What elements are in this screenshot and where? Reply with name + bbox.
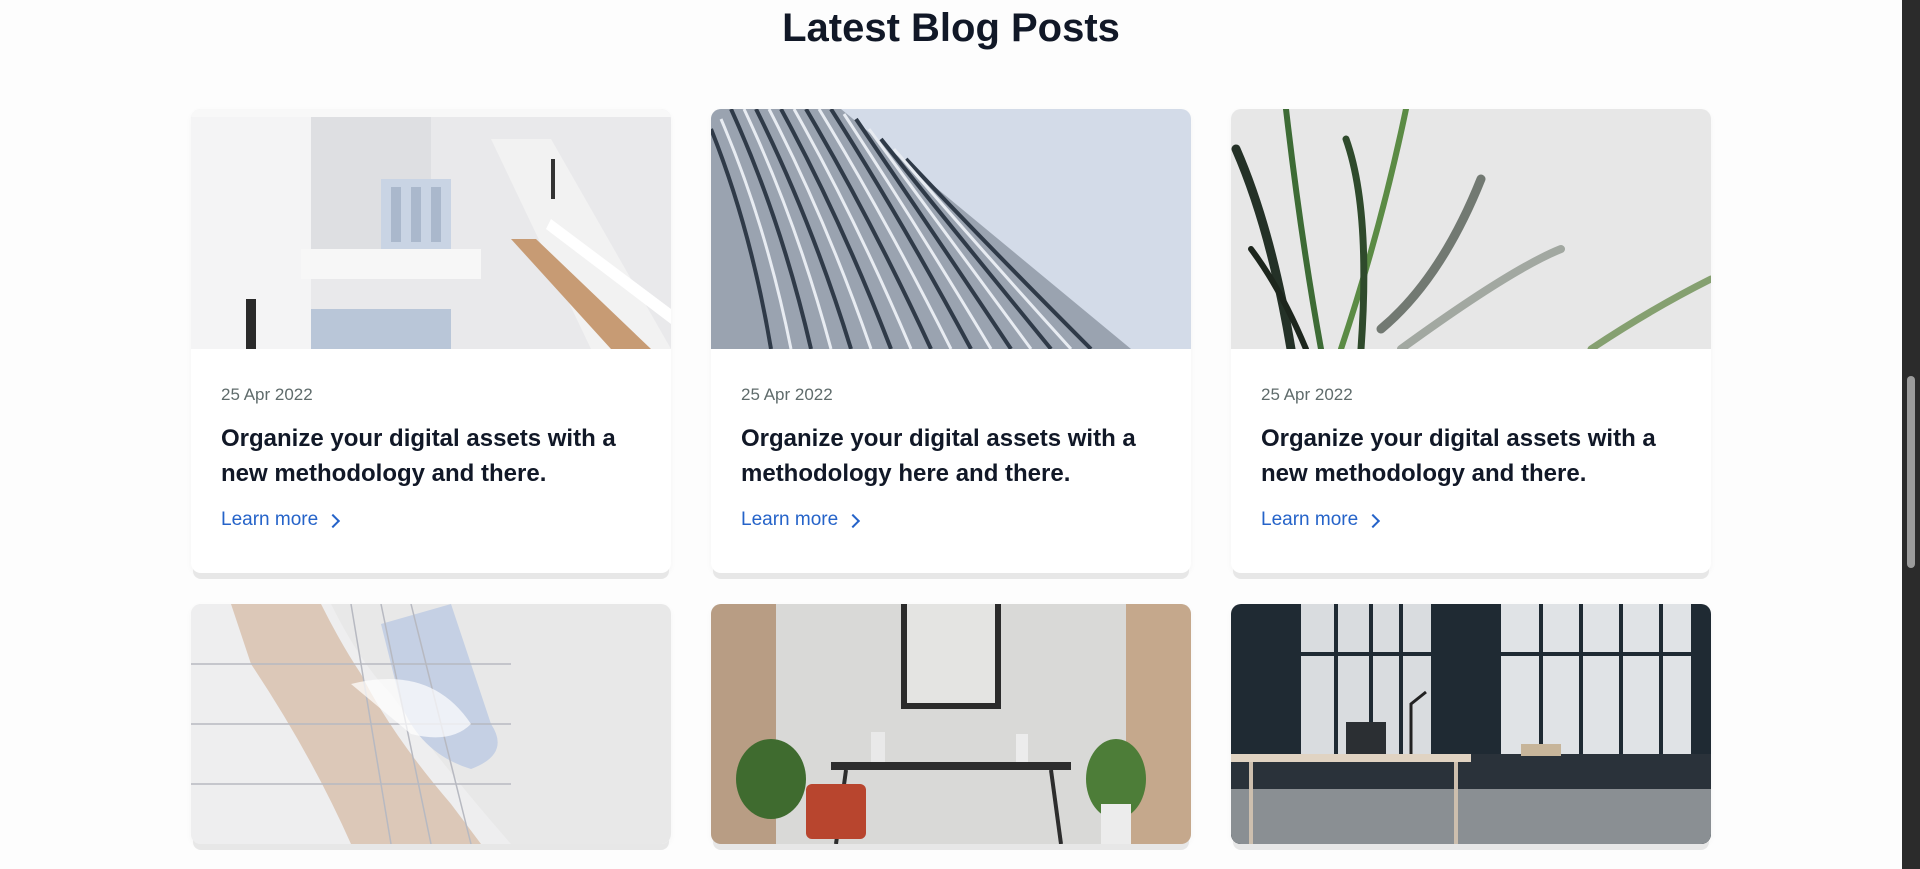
curved-facade-image[interactable] — [711, 109, 1191, 349]
chevron-right-icon — [846, 513, 861, 528]
page: Latest Blog Posts 25 Apr 2022 Organize y… — [0, 0, 1920, 869]
office-window-image[interactable] — [1231, 604, 1711, 844]
plant-leaves-image[interactable] — [1231, 109, 1711, 349]
blog-card: 25 Apr 2022 Organize your digital assets… — [1231, 109, 1711, 573]
chevron-right-icon — [1366, 513, 1381, 528]
blog-card: 25 Apr 2022 Organize your digital assets… — [191, 109, 671, 573]
blog-grid: 25 Apr 2022 Organize your digital assets… — [191, 109, 1711, 844]
post-title[interactable]: Organize your digital assets with a meth… — [741, 421, 1161, 491]
learn-more-label: Learn more — [221, 509, 319, 530]
blog-card: 25 Apr 2022 Organize your digital assets… — [711, 109, 1191, 573]
learn-more-link[interactable]: Learn more — [741, 507, 861, 533]
learn-more-label: Learn more — [741, 509, 839, 530]
chevron-right-icon — [326, 513, 341, 528]
interior-desk-image[interactable] — [711, 604, 1191, 844]
learn-more-link[interactable]: Learn more — [1261, 507, 1381, 533]
stairwell-architecture-image[interactable] — [191, 109, 671, 349]
post-date: 25 Apr 2022 — [221, 385, 313, 404]
card-body: 25 Apr 2022 Organize your digital assets… — [1231, 349, 1711, 573]
post-title[interactable]: Organize your digital assets with a new … — [221, 421, 641, 491]
card-body: 25 Apr 2022 Organize your digital assets… — [191, 349, 671, 573]
page-scrollbar[interactable] — [1902, 0, 1920, 869]
post-date: 25 Apr 2022 — [1261, 385, 1353, 404]
scrollbar-thumb[interactable] — [1907, 376, 1915, 568]
learn-more-label: Learn more — [1261, 509, 1359, 530]
blog-card — [711, 604, 1191, 844]
card-body: 25 Apr 2022 Organize your digital assets… — [711, 349, 1191, 573]
blog-card — [1231, 604, 1711, 844]
section-title: Latest Blog Posts — [782, 6, 1120, 50]
modern-building-image[interactable] — [191, 604, 671, 844]
post-title[interactable]: Organize your digital assets with a new … — [1261, 421, 1681, 491]
learn-more-link[interactable]: Learn more — [221, 507, 341, 533]
post-date: 25 Apr 2022 — [741, 385, 833, 404]
blog-card — [191, 604, 671, 844]
